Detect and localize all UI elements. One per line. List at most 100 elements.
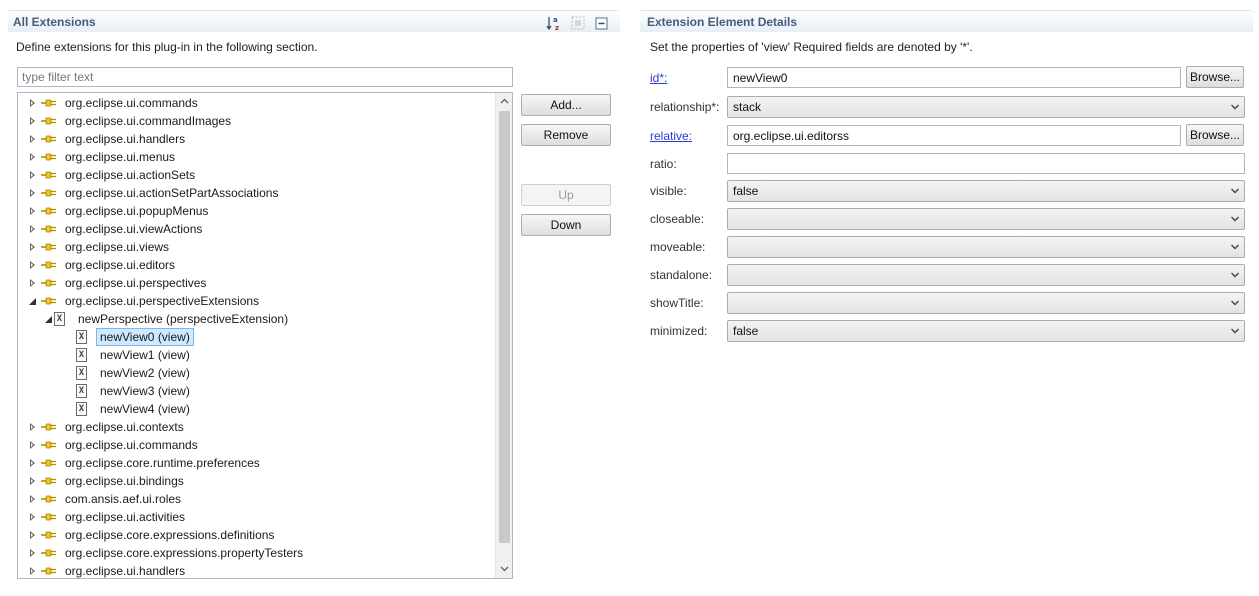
- extension-plug-icon: [41, 261, 56, 269]
- relative-input[interactable]: [727, 125, 1181, 146]
- tree-extension-row[interactable]: org.eclipse.ui.popupMenus: [28, 202, 212, 220]
- moveable-select[interactable]: [727, 236, 1245, 258]
- extension-plug-icon: [41, 279, 56, 287]
- xml-element-icon: X: [54, 312, 65, 326]
- tree-extension-row[interactable]: com.ansis.aef.ui.roles: [28, 490, 185, 508]
- tree-extension-row[interactable]: org.eclipse.ui.bindings: [28, 472, 188, 490]
- tree-item-label: org.eclipse.ui.views: [65, 240, 170, 254]
- filter-input[interactable]: [17, 67, 513, 87]
- extension-plug-icon: [41, 297, 56, 305]
- xml-element-icon: X: [76, 330, 87, 344]
- collapsed-arrow-icon[interactable]: [28, 260, 38, 270]
- relationship-select[interactable]: stack: [727, 96, 1245, 118]
- id-browse-button[interactable]: Browse...: [1186, 66, 1244, 88]
- tree-element-row[interactable]: XnewPerspective (perspectiveExtension): [44, 310, 292, 328]
- tree-extension-row[interactable]: org.eclipse.ui.contexts: [28, 418, 188, 436]
- visible-select[interactable]: false: [727, 180, 1245, 202]
- tree-extension-row[interactable]: org.eclipse.ui.actionSets: [28, 166, 199, 184]
- collapsed-arrow-icon[interactable]: [28, 548, 38, 558]
- minimized-value: false: [733, 324, 759, 338]
- tree-extension-row[interactable]: org.eclipse.ui.commandImages: [28, 112, 235, 130]
- collapsed-arrow-icon[interactable]: [28, 512, 38, 522]
- show-all-icon[interactable]: [570, 15, 586, 31]
- sort-alphabetical-icon[interactable]: a z: [546, 15, 562, 31]
- collapsed-arrow-icon[interactable]: [28, 530, 38, 540]
- chevron-down-icon: [1231, 216, 1239, 222]
- tree-extension-row[interactable]: org.eclipse.ui.handlers: [28, 562, 189, 578]
- tree-element-row[interactable]: XnewView2 (view): [76, 364, 194, 382]
- collapsed-arrow-icon[interactable]: [28, 116, 38, 126]
- tree-extension-row[interactable]: org.eclipse.ui.actionSetPartAssociations: [28, 184, 282, 202]
- remove-button[interactable]: Remove: [521, 124, 611, 146]
- extensions-tree[interactable]: org.eclipse.ui.commands org.eclipse.ui.co…: [17, 92, 513, 579]
- tree-extension-row[interactable]: org.eclipse.ui.activities: [28, 508, 189, 526]
- tree-item-label: org.eclipse.core.expressions.definitions: [65, 528, 275, 542]
- tree-extension-row[interactable]: org.eclipse.ui.editors: [28, 256, 179, 274]
- collapsed-arrow-icon[interactable]: [28, 458, 38, 468]
- relative-browse-button[interactable]: Browse...: [1186, 124, 1244, 146]
- chevron-down-icon: [1231, 328, 1239, 334]
- tree-extension-row[interactable]: org.eclipse.core.expressions.propertyTes…: [28, 544, 307, 562]
- collapsed-arrow-icon[interactable]: [28, 422, 38, 432]
- id-label-link[interactable]: id*:: [650, 71, 667, 85]
- tree-extension-row[interactable]: org.eclipse.core.runtime.preferences: [28, 454, 264, 472]
- collapsed-arrow-icon[interactable]: [28, 206, 38, 216]
- tree-item-label: newView0 (view): [96, 328, 194, 346]
- id-input[interactable]: [727, 67, 1181, 88]
- extension-plug-icon: [41, 423, 56, 431]
- scroll-down-arrow-icon[interactable]: [496, 561, 512, 578]
- collapse-all-icon[interactable]: [594, 15, 610, 31]
- showtitle-select[interactable]: [727, 292, 1245, 314]
- minimized-select[interactable]: false: [727, 320, 1245, 342]
- tree-extension-row[interactable]: org.eclipse.ui.commands: [28, 94, 202, 112]
- down-button[interactable]: Down: [521, 214, 611, 236]
- tree-extension-row[interactable]: org.eclipse.ui.views: [28, 238, 173, 256]
- tree-extension-row[interactable]: org.eclipse.ui.perspectives: [28, 274, 210, 292]
- collapsed-arrow-icon[interactable]: [28, 170, 38, 180]
- tree-item-label: newView1 (view): [100, 348, 190, 362]
- svg-text:z: z: [555, 24, 559, 31]
- details-header: Extension Element Details: [640, 10, 1253, 32]
- tree-item-label: org.eclipse.ui.perspectiveExtensions: [65, 294, 260, 308]
- tree-element-row[interactable]: XnewView1 (view): [76, 346, 194, 364]
- collapsed-arrow-icon[interactable]: [28, 188, 38, 198]
- tree-item-label: newView2 (view): [100, 366, 190, 380]
- visible-value: false: [733, 184, 759, 198]
- tree-vertical-scrollbar[interactable]: [495, 93, 512, 578]
- collapsed-arrow-icon[interactable]: [28, 152, 38, 162]
- standalone-select[interactable]: [727, 264, 1245, 286]
- extension-plug-icon: [41, 495, 56, 503]
- relative-label-link[interactable]: relative:: [650, 129, 692, 143]
- add-button[interactable]: Add...: [521, 94, 611, 116]
- collapsed-arrow-icon[interactable]: [28, 278, 38, 288]
- expanded-arrow-icon[interactable]: [28, 296, 38, 306]
- scroll-up-arrow-icon[interactable]: [496, 93, 512, 110]
- tree-extension-row[interactable]: org.eclipse.core.expressions.definitions: [28, 526, 278, 544]
- tree-extension-row[interactable]: org.eclipse.ui.perspectiveExtensions: [28, 292, 263, 310]
- collapsed-arrow-icon[interactable]: [28, 242, 38, 252]
- tree-extension-row[interactable]: org.eclipse.ui.viewActions: [28, 220, 206, 238]
- collapsed-arrow-icon[interactable]: [28, 494, 38, 504]
- collapsed-arrow-icon[interactable]: [28, 98, 38, 108]
- svg-text:a: a: [553, 16, 558, 24]
- tree-item-label: org.eclipse.ui.commandImages: [65, 114, 232, 128]
- tree-element-row[interactable]: XnewView0 (view): [76, 328, 194, 346]
- expanded-arrow-icon[interactable]: [44, 314, 54, 324]
- closeable-select[interactable]: [727, 208, 1245, 230]
- collapsed-arrow-icon[interactable]: [28, 566, 38, 576]
- collapsed-arrow-icon[interactable]: [28, 476, 38, 486]
- collapsed-arrow-icon[interactable]: [28, 224, 38, 234]
- collapsed-arrow-icon[interactable]: [28, 134, 38, 144]
- collapsed-arrow-icon[interactable]: [28, 440, 38, 450]
- extension-plug-icon: [41, 459, 56, 467]
- tree-element-row[interactable]: XnewView3 (view): [76, 382, 194, 400]
- scroll-thumb[interactable]: [499, 111, 510, 543]
- up-button[interactable]: Up: [521, 184, 611, 206]
- tree-extension-row[interactable]: org.eclipse.ui.commands: [28, 436, 202, 454]
- ratio-input[interactable]: [727, 153, 1245, 174]
- tree-extension-row[interactable]: org.eclipse.ui.menus: [28, 148, 179, 166]
- closeable-label: closeable:: [650, 212, 705, 226]
- tree-extension-row[interactable]: org.eclipse.ui.handlers: [28, 130, 189, 148]
- relationship-label: relationship*:: [650, 100, 720, 114]
- tree-element-row[interactable]: XnewView4 (view): [76, 400, 194, 418]
